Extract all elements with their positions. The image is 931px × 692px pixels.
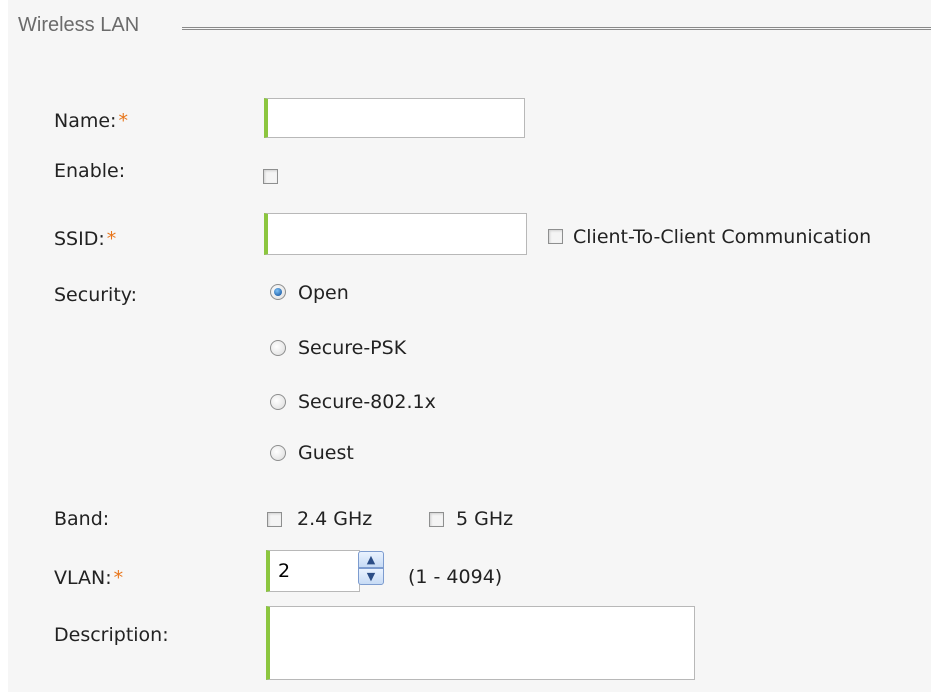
band-5ghz-label: 5 GHz [456,508,514,530]
security-secure-psk-radio[interactable] [270,340,286,356]
security-option-secure-psk: Secure-PSK [298,337,407,359]
band-5ghz-checkbox[interactable] [429,512,444,527]
vlan-input[interactable] [266,550,360,592]
legend-divider [182,27,931,30]
security-option-open: Open [298,282,349,304]
fieldset-legend: Wireless LAN [18,14,140,36]
required-star-icon: * [106,228,117,250]
ssid-label: SSID: * [54,228,117,250]
down-arrow-icon[interactable]: ▼ [358,568,384,585]
vlan-label: VLAN: * [54,567,124,589]
security-guest-radio[interactable] [270,445,286,461]
client-to-client-checkbox[interactable] [548,229,563,244]
band-label: Band: [54,508,110,530]
client-to-client-label: Client-To-Client Communication [573,226,872,248]
description-textarea[interactable] [266,606,695,680]
vlan-range-hint: (1 - 4094) [408,566,503,588]
up-arrow-icon[interactable]: ▲ [358,551,384,568]
required-star-icon: * [113,567,124,589]
security-option-secure-8021x: Secure-802.1x [298,391,436,413]
security-option-guest: Guest [298,442,354,464]
vlan-spinner[interactable]: ▲ ▼ [358,551,384,585]
enable-checkbox[interactable] [263,169,278,184]
enable-label: Enable: [54,160,126,182]
security-open-radio[interactable] [270,284,286,300]
ssid-input[interactable] [264,213,527,255]
band-24ghz-label: 2.4 GHz [297,508,373,530]
band-24ghz-checkbox[interactable] [267,512,282,527]
name-label: Name: * [54,110,128,132]
required-star-icon: * [118,110,128,132]
name-input[interactable] [264,98,525,138]
security-label: Security: [54,284,138,306]
security-secure-8021x-radio[interactable] [270,394,286,410]
description-label: Description: [54,624,169,646]
